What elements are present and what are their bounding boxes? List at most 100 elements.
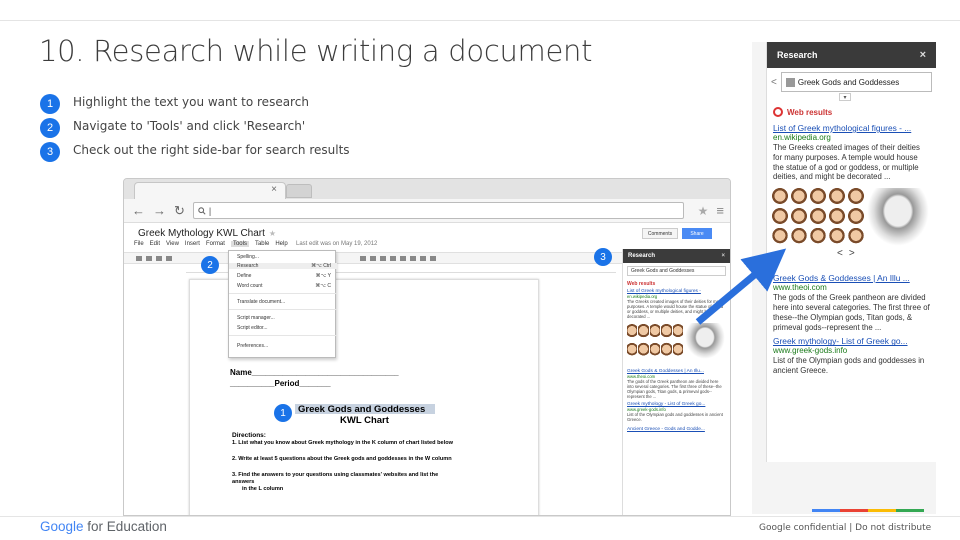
top-divider bbox=[0, 20, 960, 21]
share-button[interactable]: Share bbox=[682, 228, 712, 239]
close-icon[interactable]: × bbox=[721, 253, 725, 259]
direction-2: 2. Write at least 5 questions about the … bbox=[232, 456, 452, 462]
close-icon[interactable]: × bbox=[271, 184, 277, 195]
callout-badge-3: 3 bbox=[594, 248, 612, 266]
direction-1: 1. List what you know about Greek mythol… bbox=[232, 440, 453, 446]
star-icon[interactable]: ★ bbox=[698, 204, 709, 218]
directions-label: Directions: bbox=[232, 432, 266, 439]
result-snippet: List of the Olympian gods and goddesses … bbox=[627, 412, 723, 422]
footer-divider bbox=[0, 516, 960, 517]
back-icon[interactable]: < bbox=[771, 77, 777, 88]
color-bar-green bbox=[896, 509, 924, 512]
browser-tab[interactable]: × bbox=[134, 182, 286, 199]
menu-table[interactable]: Table bbox=[255, 241, 269, 247]
step-text: Highlight the text you want to research bbox=[73, 95, 309, 109]
statue-image[interactable] bbox=[867, 188, 929, 247]
doc-title[interactable]: Greek Mythology KWL Chart ★ bbox=[138, 228, 276, 239]
google-for-education-logo: Google for Education bbox=[40, 519, 167, 534]
star-icon[interactable]: ★ bbox=[269, 229, 276, 238]
result-snippet: The gods of the Greek pantheon are divid… bbox=[627, 379, 722, 399]
numbered-list-icon[interactable] bbox=[400, 255, 406, 261]
callout-badge-1: 1 bbox=[274, 404, 292, 422]
result-snippet: The gods of the Greek pantheon are divid… bbox=[773, 293, 930, 332]
back-icon[interactable]: ← bbox=[132, 203, 145, 218]
research-header: Research × bbox=[767, 42, 936, 68]
menu-item-word-count[interactable]: Word count ⌘⌥ C bbox=[237, 283, 331, 289]
google-icon bbox=[773, 107, 783, 117]
menu-divider bbox=[229, 309, 337, 310]
paint-format-icon[interactable] bbox=[166, 255, 172, 261]
logo-education: for Education bbox=[83, 519, 167, 534]
align-right-icon[interactable] bbox=[380, 255, 386, 261]
menu-format[interactable]: Format bbox=[206, 241, 225, 247]
color-bar-blue bbox=[812, 509, 840, 512]
result-snippet: The Greeks created images of their deiti… bbox=[627, 299, 724, 319]
forward-icon[interactable]: → bbox=[153, 203, 166, 218]
result-url: en.wikipedia.org bbox=[773, 133, 831, 142]
research-search-input[interactable]: Greek Gods and Goddesses bbox=[627, 266, 726, 276]
menu-item-preferences[interactable]: Preferences... bbox=[237, 343, 331, 349]
indent-icon[interactable] bbox=[420, 255, 426, 261]
gods-faces-image[interactable] bbox=[771, 188, 865, 247]
align-center-icon[interactable] bbox=[370, 255, 376, 261]
direction-3-cont: in the L column bbox=[242, 486, 284, 492]
result-snippet: The Greeks created images of their deiti… bbox=[773, 143, 920, 182]
align-left-icon[interactable] bbox=[360, 255, 366, 261]
search-icon bbox=[198, 206, 206, 215]
menu-icon[interactable]: ≡ bbox=[716, 203, 724, 218]
menu-item-script-manager[interactable]: Script manager... bbox=[237, 315, 331, 321]
menu-item-spelling[interactable]: Spelling... bbox=[237, 254, 331, 260]
menu-insert[interactable]: Insert bbox=[185, 241, 200, 247]
menu-item-research[interactable]: Research ⌘⌥ Ctrl bbox=[229, 263, 337, 269]
statue-image[interactable] bbox=[685, 323, 725, 359]
chevron-left-icon[interactable]: < bbox=[837, 248, 843, 259]
web-results-label[interactable]: Web results bbox=[767, 101, 936, 117]
web-results-label[interactable]: Web results bbox=[623, 279, 730, 289]
result-link[interactable]: Greek mythology- List of Greek go... bbox=[767, 336, 936, 346]
name-line: Name_________________________________ bbox=[230, 368, 399, 377]
address-bar[interactable]: | bbox=[192, 202, 684, 219]
doc-heading[interactable]: Greek Gods and Goddesses bbox=[298, 404, 425, 415]
chevron-right-icon[interactable]: > bbox=[849, 248, 855, 259]
comments-button[interactable]: Comments bbox=[642, 228, 678, 239]
print-icon[interactable] bbox=[136, 255, 142, 261]
menu-divider bbox=[229, 293, 337, 294]
logo-google: Google bbox=[40, 519, 84, 534]
undo-icon[interactable] bbox=[146, 255, 152, 261]
image-results bbox=[767, 182, 936, 247]
bullet-list-icon[interactable] bbox=[410, 255, 416, 261]
menu-file[interactable]: File bbox=[134, 241, 144, 247]
result-link[interactable]: List of Greek mythological figures - ... bbox=[767, 123, 936, 133]
result-link[interactable]: Greek Gods & Goddesses | An Illu ... bbox=[767, 273, 936, 283]
justify-icon[interactable] bbox=[390, 255, 396, 261]
address-text: | bbox=[208, 205, 212, 216]
menu-item-script-editor[interactable]: Script editor... bbox=[237, 325, 331, 331]
menu-tools[interactable]: Tools bbox=[230, 241, 249, 247]
gods-faces-image[interactable] bbox=[627, 323, 683, 359]
last-edit-text[interactable]: Last edit was on May 19, 2012 bbox=[296, 241, 377, 247]
research-search-row: < Greek Gods and Goddesses bbox=[767, 68, 936, 92]
close-icon[interactable]: × bbox=[920, 49, 926, 61]
research-search-input[interactable]: Greek Gods and Goddesses bbox=[780, 72, 932, 92]
result-url: www.theoi.com bbox=[773, 283, 827, 293]
reload-icon[interactable]: ↻ bbox=[174, 203, 185, 219]
menu-divider bbox=[229, 335, 337, 336]
redo-icon[interactable] bbox=[156, 255, 162, 261]
chevron-down-icon[interactable]: ▾ bbox=[839, 93, 851, 101]
menu-help[interactable]: Help bbox=[275, 241, 287, 247]
step-text: Navigate to 'Tools' and click 'Research' bbox=[73, 119, 306, 133]
menu-view[interactable]: View bbox=[166, 241, 179, 247]
search-type-icon bbox=[785, 77, 795, 87]
menu-item-translate[interactable]: Translate document... bbox=[237, 299, 331, 305]
direction-3: 3. Find the answers to your questions us… bbox=[232, 472, 439, 485]
doc-subheading[interactable]: KWL Chart bbox=[340, 415, 389, 426]
step-number: 3 bbox=[40, 142, 60, 162]
slide-title: 10. Research while writing a document bbox=[39, 34, 593, 68]
new-tab-button[interactable] bbox=[286, 184, 312, 198]
menu-edit[interactable]: Edit bbox=[150, 241, 160, 247]
menu-item-define[interactable]: Define ⌘⌥ Y bbox=[237, 273, 331, 279]
step-2: 2 Navigate to 'Tools' and click 'Researc… bbox=[40, 117, 306, 138]
result-link[interactable]: Ancient Greece - Gods and Godde... bbox=[623, 427, 730, 432]
outdent-icon[interactable] bbox=[430, 255, 436, 261]
period-line: __________Period_______ bbox=[230, 379, 331, 388]
